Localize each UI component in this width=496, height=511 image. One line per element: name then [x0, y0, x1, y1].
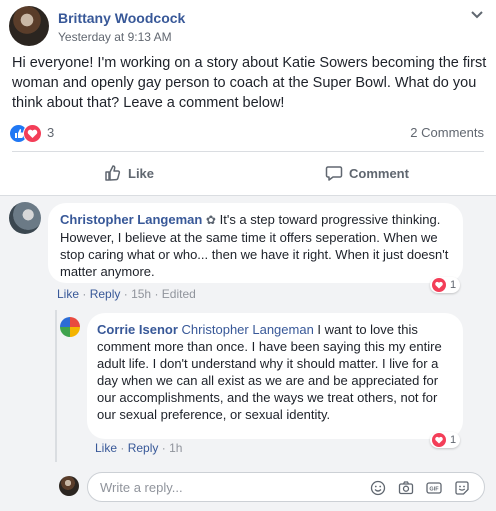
replier-avatar[interactable] [60, 317, 80, 337]
thumbs-up-icon [105, 165, 121, 181]
author-avatar[interactable] [9, 6, 49, 46]
comment-time[interactable]: 15h [131, 287, 151, 301]
heart-icon [432, 278, 446, 292]
post-text: Hi everyone! I'm working on a story abou… [12, 55, 487, 111]
svg-text:GIF: GIF [429, 487, 439, 493]
love-reaction-icon[interactable] [23, 124, 42, 143]
mention-link[interactable]: Christopher Langeman [182, 322, 314, 337]
comment-reply-link[interactable]: Reply [90, 287, 121, 301]
gif-icon[interactable]: GIF [426, 480, 442, 496]
edited-label[interactable]: Edited [162, 287, 196, 301]
commenter-name[interactable]: Christopher Langeman [60, 212, 202, 227]
reply-reply-link[interactable]: Reply [128, 441, 159, 455]
comment-reaction-count: 1 [450, 279, 457, 291]
replier-name[interactable]: Corrie Isenor [97, 322, 178, 337]
comment-button-label: Comment [349, 165, 409, 181]
post-timestamp[interactable]: Yesterday at 9:13 AM [58, 30, 172, 44]
reply-text: I want to love this comment more than on… [97, 322, 442, 422]
emoji-icon[interactable] [370, 480, 386, 496]
reply-actions: Like · Reply · 1h [95, 441, 183, 455]
reaction-count[interactable]: 3 [47, 125, 54, 140]
comment-button[interactable]: Comment [325, 164, 409, 182]
current-user-avatar [59, 476, 79, 496]
reply-reaction-badge[interactable]: 1 [430, 432, 461, 448]
divider [12, 151, 484, 152]
chevron-down-icon[interactable] [470, 10, 484, 20]
comments-count[interactable]: 2 Comments [410, 125, 484, 140]
reply-bubble: Corrie Isenor Christopher Langeman I wan… [87, 313, 463, 439]
wave-emoji-icon: ✿ [205, 213, 216, 227]
reply-input[interactable] [98, 479, 352, 496]
comment-icon [325, 166, 343, 181]
reply-reaction-count: 1 [450, 434, 457, 446]
reply-time[interactable]: 1h [169, 441, 182, 455]
sticker-icon[interactable] [454, 480, 470, 496]
thread-line [55, 310, 57, 462]
comment-bubble: Christopher Langeman ✿ It's a step towar… [48, 203, 463, 283]
like-button[interactable]: Like [104, 164, 154, 182]
camera-icon[interactable] [398, 480, 414, 496]
comment-reaction-badge[interactable]: 1 [430, 277, 461, 293]
comment-like-link[interactable]: Like [57, 287, 79, 301]
reply-box[interactable]: GIF [87, 472, 485, 502]
author-name[interactable]: Brittany Woodcock [58, 10, 185, 26]
divider [0, 195, 496, 196]
comment-actions: Like · Reply · 15h · Edited [57, 287, 196, 301]
reply-like-link[interactable]: Like [95, 441, 117, 455]
like-button-label: Like [128, 165, 155, 181]
commenter-avatar[interactable] [9, 202, 41, 234]
heart-icon [432, 433, 446, 447]
